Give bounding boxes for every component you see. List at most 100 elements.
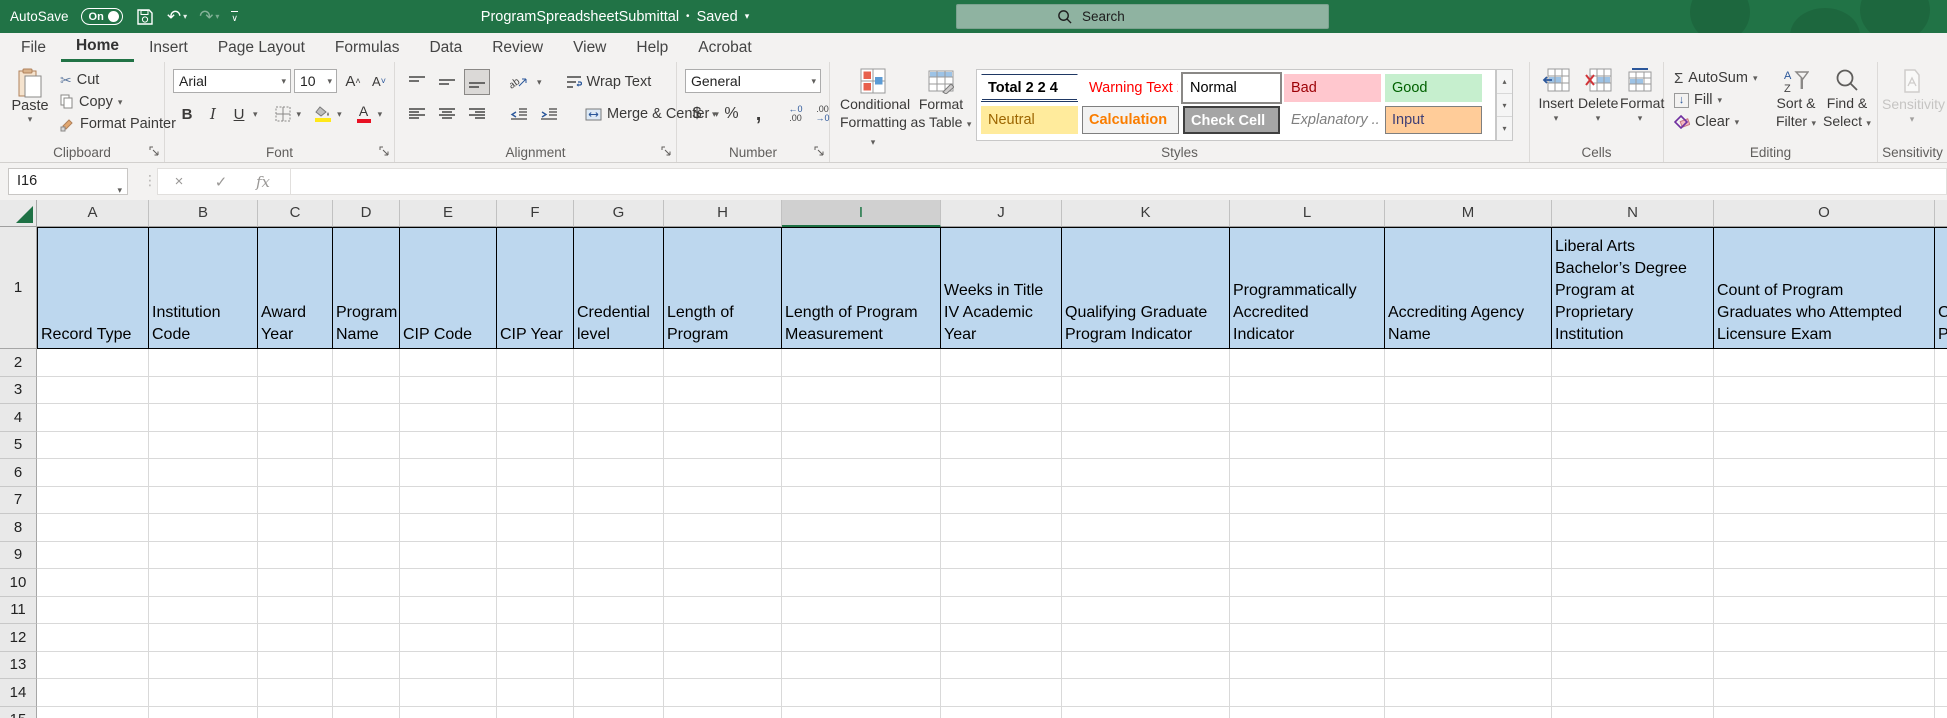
cell-K13[interactable] — [1062, 651, 1230, 679]
cell-P11[interactable] — [1935, 596, 1947, 624]
tab-help[interactable]: Help — [621, 33, 683, 62]
cell-J12[interactable] — [941, 624, 1062, 652]
cell-J8[interactable] — [941, 514, 1062, 542]
cell-I14[interactable] — [782, 679, 941, 707]
tab-formulas[interactable]: Formulas — [320, 33, 415, 62]
tab-home[interactable]: Home — [60, 33, 135, 62]
cell-N13[interactable] — [1552, 651, 1714, 679]
increase-decimal-button[interactable]: ←0.00 — [784, 102, 808, 126]
cell-G13[interactable] — [574, 651, 664, 679]
cell-N7[interactable] — [1552, 486, 1714, 514]
sort-filter-button[interactable]: A Z Sort & Filter ▾ — [1772, 68, 1820, 131]
cell-L3[interactable] — [1230, 376, 1385, 404]
column-header-C[interactable]: C — [258, 200, 333, 227]
column-header-K[interactable]: K — [1062, 200, 1230, 227]
align-left-button[interactable] — [405, 102, 429, 126]
tab-acrobat[interactable]: Acrobat — [683, 33, 766, 62]
gallery-scroll-down-icon[interactable]: ▾ — [1497, 94, 1512, 118]
cell-G3[interactable] — [574, 376, 664, 404]
cell-E13[interactable] — [400, 651, 497, 679]
cell-N6[interactable] — [1552, 459, 1714, 487]
cell-E10[interactable] — [400, 569, 497, 597]
cell-G4[interactable] — [574, 404, 664, 432]
cell-H10[interactable] — [664, 569, 782, 597]
cell-K2[interactable] — [1062, 349, 1230, 377]
row-header-12[interactable]: 12 — [0, 624, 37, 652]
cell-E14[interactable] — [400, 679, 497, 707]
cell-B6[interactable] — [149, 459, 258, 487]
grow-font-button[interactable]: A ˄ — [341, 69, 365, 93]
tab-review[interactable]: Review — [477, 33, 558, 62]
borders-button[interactable] — [271, 102, 295, 126]
column-header-D[interactable]: D — [333, 200, 400, 227]
wrap-text-button[interactable]: Wrap Text — [562, 71, 656, 93]
format-as-table-button[interactable]: Format as Table ▾ — [910, 68, 972, 132]
cell-L5[interactable] — [1230, 431, 1385, 459]
cell-J11[interactable] — [941, 596, 1062, 624]
row-header-4[interactable]: 4 — [0, 404, 37, 432]
cell-I2[interactable] — [782, 349, 941, 377]
cell-K15[interactable] — [1062, 706, 1230, 718]
cell-I15[interactable] — [782, 706, 941, 718]
cell-B15[interactable] — [149, 706, 258, 718]
cell-P6[interactable] — [1935, 459, 1947, 487]
cell-I6[interactable] — [782, 459, 941, 487]
decrease-indent-button[interactable] — [507, 102, 531, 126]
cell-O14[interactable] — [1714, 679, 1935, 707]
cell-D3[interactable] — [333, 376, 400, 404]
style-chip-normal[interactable]: Normal — [1183, 74, 1280, 102]
cell-H13[interactable] — [664, 651, 782, 679]
style-chip-neutral[interactable]: Neutral — [981, 106, 1078, 134]
cell-C14[interactable] — [258, 679, 333, 707]
cell-A12[interactable] — [37, 624, 149, 652]
cell-A15[interactable] — [37, 706, 149, 718]
chevron-down-icon[interactable]: ▾ — [378, 109, 383, 120]
cell-E1[interactable]: CIP Code — [400, 227, 497, 349]
row-header-1[interactable]: 1 — [0, 227, 37, 349]
cell-L13[interactable] — [1230, 651, 1385, 679]
cell-E6[interactable] — [400, 459, 497, 487]
cell-I7[interactable] — [782, 486, 941, 514]
cell-L1[interactable]: Programmatically Accredited Indicator — [1230, 227, 1385, 349]
cell-M1[interactable]: Accrediting Agency Name — [1385, 227, 1552, 349]
tab-data[interactable]: Data — [414, 33, 477, 62]
cell-K3[interactable] — [1062, 376, 1230, 404]
cell-M12[interactable] — [1385, 624, 1552, 652]
cell-I5[interactable] — [782, 431, 941, 459]
cell-H12[interactable] — [664, 624, 782, 652]
conditional-formatting-button[interactable]: Conditional Formatting ▾ — [840, 68, 910, 150]
cell-K11[interactable] — [1062, 596, 1230, 624]
cell-A14[interactable] — [37, 679, 149, 707]
cell-P4[interactable] — [1935, 404, 1947, 432]
cell-H1[interactable]: Length of Program — [664, 227, 782, 349]
column-header-I[interactable]: I — [782, 200, 941, 227]
column-header-N[interactable]: N — [1552, 200, 1714, 227]
cell-L6[interactable] — [1230, 459, 1385, 487]
number-format-select[interactable]: General ▾ — [685, 69, 821, 93]
orientation-button[interactable]: ab — [507, 70, 531, 94]
cell-H7[interactable] — [664, 486, 782, 514]
tab-insert[interactable]: Insert — [134, 33, 203, 62]
cell-A13[interactable] — [37, 651, 149, 679]
cell-H9[interactable] — [664, 541, 782, 569]
row-header-13[interactable]: 13 — [0, 651, 37, 679]
style-chip-total-2-2-4[interactable]: Total 2 2 4 — [981, 74, 1078, 102]
column-header-A[interactable]: A — [37, 200, 149, 227]
row-header-2[interactable]: 2 — [0, 349, 37, 377]
cell-A5[interactable] — [37, 431, 149, 459]
cell-K6[interactable] — [1062, 459, 1230, 487]
row-header-9[interactable]: 9 — [0, 541, 37, 569]
cell-N8[interactable] — [1552, 514, 1714, 542]
cell-E3[interactable] — [400, 376, 497, 404]
cell-K12[interactable] — [1062, 624, 1230, 652]
cell-K10[interactable] — [1062, 569, 1230, 597]
save-button[interactable] — [135, 5, 155, 29]
cancel-icon[interactable]: × — [158, 173, 200, 190]
cell-M11[interactable] — [1385, 596, 1552, 624]
cell-L4[interactable] — [1230, 404, 1385, 432]
row-header-15[interactable]: 15 — [0, 706, 37, 718]
cell-O7[interactable] — [1714, 486, 1935, 514]
undo-button[interactable]: ↶ ▾ — [167, 7, 187, 27]
cell-J1[interactable]: Weeks in Title IV Academic Year — [941, 227, 1062, 349]
cell-P8[interactable] — [1935, 514, 1947, 542]
